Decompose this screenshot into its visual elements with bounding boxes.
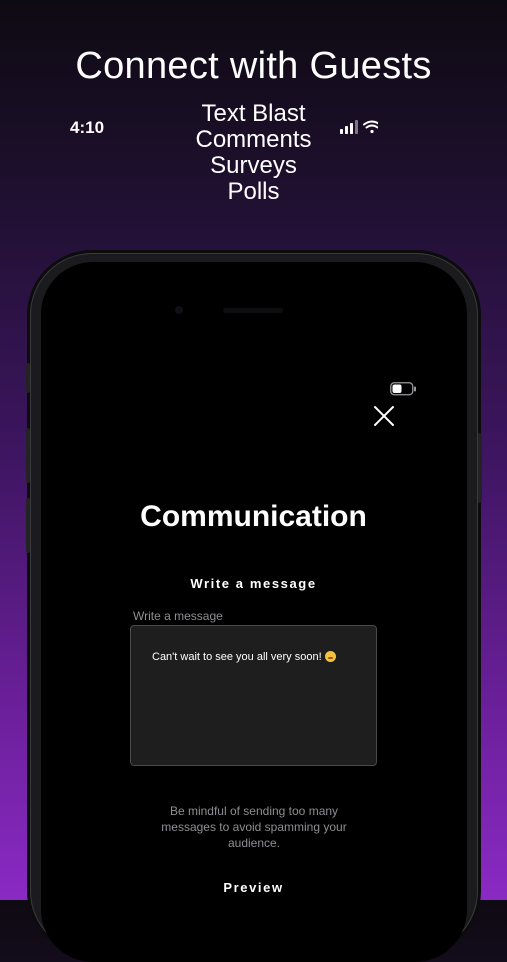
status-time: 4:10 bbox=[70, 118, 105, 137]
promo-title: Connect with Guests bbox=[75, 45, 432, 87]
phone-volume-up bbox=[26, 428, 30, 483]
front-camera bbox=[175, 306, 183, 314]
close-icon[interactable] bbox=[372, 404, 396, 428]
preview-heading: Preview bbox=[223, 880, 284, 895]
signal-icon bbox=[340, 120, 358, 134]
phone-screen bbox=[41, 262, 467, 962]
phone-power-button bbox=[478, 433, 482, 503]
message-input[interactable]: Can't wait to see you all very soon! bbox=[130, 625, 377, 766]
status-icons bbox=[340, 120, 378, 134]
screen-title: Communication bbox=[140, 500, 367, 533]
message-field-label: Write a message bbox=[133, 609, 223, 623]
phone-mute-switch bbox=[26, 363, 30, 393]
message-text: Can't wait to see you all very soon! bbox=[152, 651, 322, 663]
spam-warning-hint: Be mindful of sending too many messages … bbox=[161, 804, 347, 850]
battery-icon bbox=[390, 382, 416, 396]
wifi-icon bbox=[363, 120, 378, 134]
write-message-heading: Write a message bbox=[190, 576, 317, 591]
feature-list: Text Blast Comments Surveys Polls bbox=[0, 101, 507, 205]
feature-item: Polls bbox=[227, 178, 280, 205]
feature-item: Surveys bbox=[210, 152, 297, 179]
earpiece-speaker bbox=[223, 308, 283, 313]
smiling-face-emoji bbox=[324, 651, 336, 662]
